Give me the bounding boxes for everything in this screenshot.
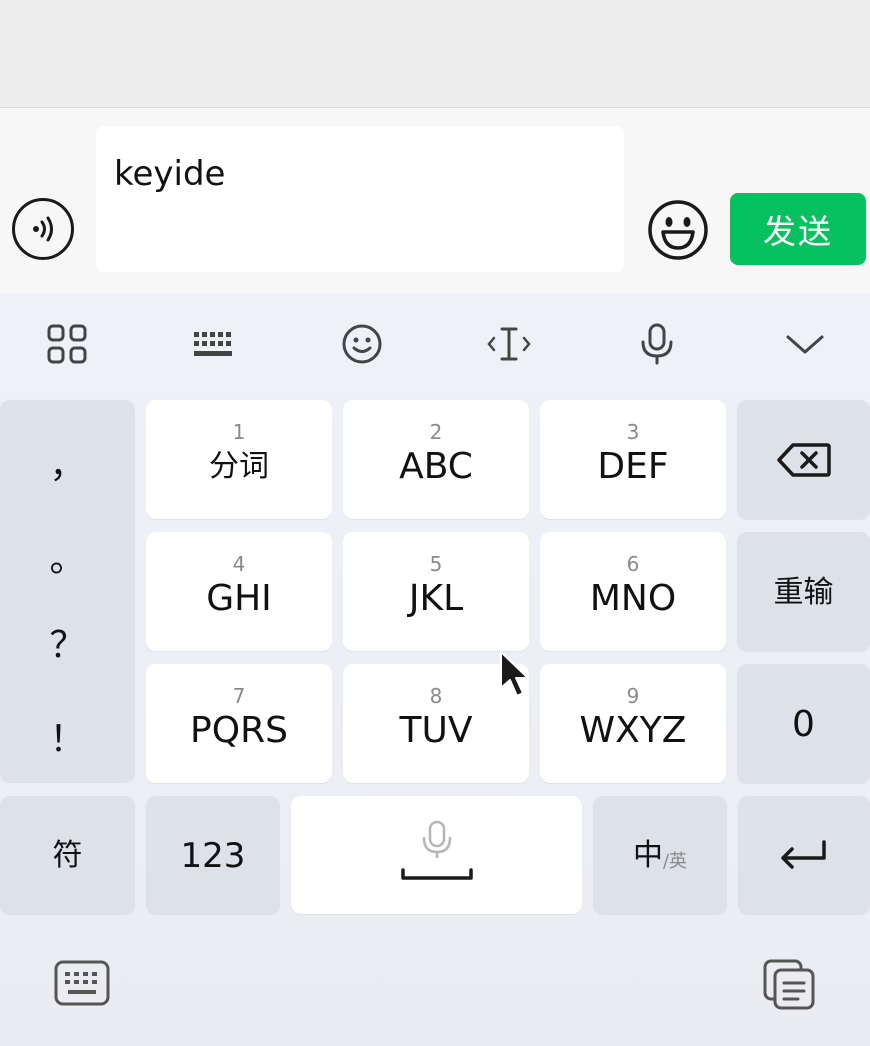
key-label: 重输 [773,574,834,610]
key-number: 1 [232,419,246,444]
message-text: keyide [114,154,226,194]
key-label: ABC [399,445,473,487]
message-input[interactable]: keyide [96,126,624,272]
key-2[interactable]: 2 ABC [343,400,529,519]
key-number: 4 [232,551,246,576]
space-key[interactable] [291,796,582,914]
key-7[interactable]: 7 PQRS [146,664,332,783]
space-mic-icon [400,820,473,880]
send-label: 发送 [763,212,833,251]
key-1[interactable]: 1 分词 [146,400,332,519]
key-label: MNO [589,577,677,619]
retype-key[interactable]: 重输 [737,532,870,651]
punct-comma[interactable]: ， [0,436,135,488]
mouse-pointer-icon [498,650,534,702]
voice-input-button[interactable] [12,198,74,260]
key-label: JKL [408,577,464,619]
key-number: 3 [626,419,640,444]
switch-keyboard-icon[interactable] [54,960,110,1010]
voice-icon [33,216,53,242]
emoji-button[interactable] [646,198,710,262]
enter-icon [781,840,826,869]
cursor-edit-icon[interactable] [481,316,537,372]
key-9[interactable]: 9 WXYZ [540,664,726,783]
collapse-keyboard-icon[interactable] [777,316,833,372]
backspace-icon [776,442,831,477]
key-0[interactable]: 0 [737,664,870,783]
keyboard-bottom-bar [0,920,870,1046]
key-number: 9 [626,683,640,708]
key-label: WXYZ [579,709,687,751]
key-number: 8 [429,683,443,708]
numbers-key[interactable]: 123 [146,796,280,914]
key-6[interactable]: 6 MNO [540,532,726,651]
keyboard-layout-icon[interactable] [186,316,242,372]
key-number: 6 [626,551,640,576]
punct-question[interactable]: ？ [0,616,135,668]
lang-sub-label: /英 [662,851,688,872]
enter-key[interactable] [738,796,870,914]
punct-period[interactable]: 。 [0,530,135,582]
punctuation-column[interactable]: ， 。 ？ ！ [0,400,135,783]
key-label: 分词 [209,448,269,484]
key-label: 符 [52,838,83,873]
send-button[interactable]: 发送 [730,193,866,265]
key-label: TUV [399,709,473,751]
language-switch-key[interactable]: 中 /英 [593,796,727,914]
key-3[interactable]: 3 DEF [540,400,726,519]
key-number: 7 [232,683,246,708]
punct-exclamation[interactable]: ！ [0,710,135,762]
key-label: PQRS [190,709,288,751]
key-4[interactable]: 4 GHI [146,532,332,651]
key-number: 5 [429,551,443,576]
key-number: 2 [429,419,443,444]
symbol-key[interactable]: 符 [0,796,135,914]
clipboard-icon[interactable] [762,958,818,1016]
key-label: 123 [180,836,246,876]
lang-main-label: 中 [632,838,663,873]
emoji-keyboard-icon[interactable] [334,316,390,372]
chat-area [0,0,870,108]
apps-icon[interactable] [39,316,95,372]
keyboard-toolbar [0,294,870,394]
key-label: 0 [792,703,815,745]
microphone-icon[interactable] [629,316,685,372]
key-label: GHI [206,577,272,619]
key-5[interactable]: 5 JKL [343,532,529,651]
smiley-icon [648,200,708,260]
key-label: DEF [597,445,669,487]
backspace-key[interactable] [737,400,870,519]
